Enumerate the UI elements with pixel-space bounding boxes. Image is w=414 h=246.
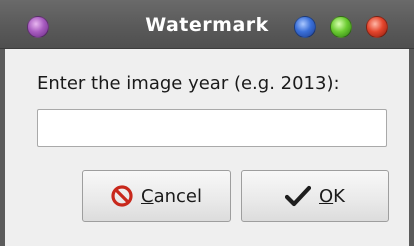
maximize-button[interactable] bbox=[330, 16, 352, 38]
title-bar[interactable]: Watermark bbox=[0, 0, 414, 49]
minimize-button[interactable] bbox=[294, 16, 316, 38]
year-input[interactable] bbox=[37, 109, 387, 147]
cancel-icon bbox=[111, 185, 133, 207]
cancel-button[interactable]: Cancel bbox=[82, 170, 231, 222]
cancel-label: Cancel bbox=[141, 185, 202, 207]
dialog-window: Watermark Enter the image year (e.g. 201… bbox=[0, 0, 414, 246]
ok-button[interactable]: OK bbox=[241, 170, 389, 222]
ok-label: OK bbox=[319, 185, 345, 207]
checkmark-icon bbox=[284, 185, 312, 207]
close-button[interactable] bbox=[366, 16, 388, 38]
prompt-label: Enter the image year (e.g. 2013): bbox=[37, 73, 340, 94]
